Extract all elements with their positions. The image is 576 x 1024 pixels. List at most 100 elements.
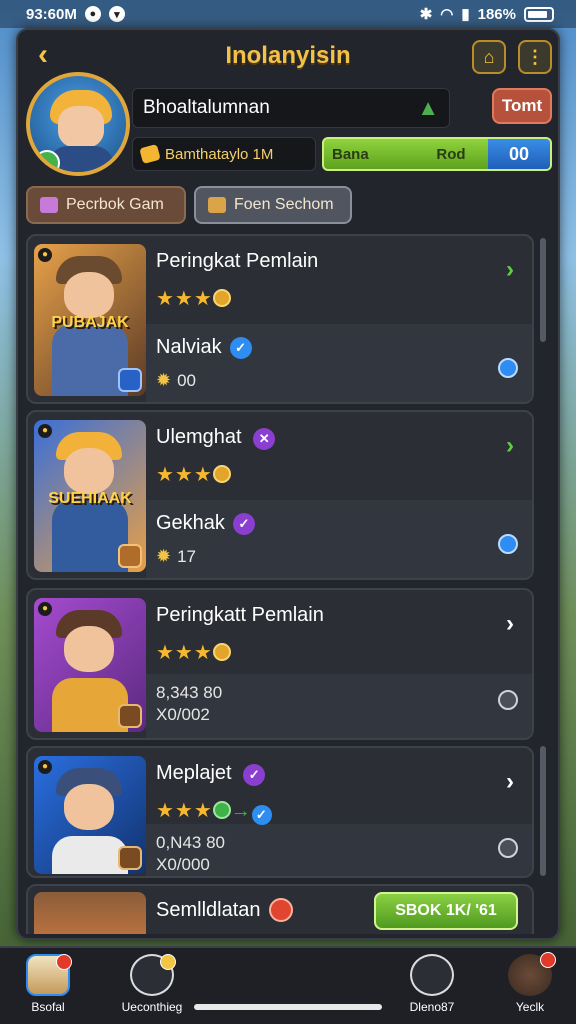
game-thumbnail: PUBAJAK ● <box>34 244 146 396</box>
info-icon[interactable] <box>498 358 518 378</box>
chevron-right-icon[interactable]: › <box>506 256 514 284</box>
card-count: ✹ 17 <box>156 546 196 567</box>
gear-icon: ✹ <box>156 370 172 390</box>
hand-icon <box>508 952 556 996</box>
game-list: PUBAJAK ● Peringkat Pemlain ★★★ Nalviak … <box>26 234 538 934</box>
badge-icon <box>118 368 142 392</box>
star-rating: ★★★ <box>156 286 231 311</box>
nav-item-second[interactable]: Ueconthieg <box>112 954 192 1020</box>
nav-item-fourth[interactable]: Yeclk <box>490 952 570 1020</box>
top-action-button[interactable]: Tomt <box>492 88 552 124</box>
tab-first[interactable]: Pecrbok Gam <box>26 186 186 224</box>
claim-button[interactable]: SBOK 1K/ '61 <box>374 892 518 930</box>
battery-level: 186% <box>477 5 516 23</box>
card-title: Meplajet ✓ <box>156 762 266 786</box>
bottom-nav: Bsofal Ueconthieg Dleno87 Yeclk <box>0 946 576 1024</box>
card-sub: Nalviak ✓ <box>156 336 252 359</box>
notification-icon: ● <box>84 6 101 22</box>
card-sub-label: Nalviak <box>156 336 222 358</box>
medal-icon <box>212 801 231 819</box>
list-item[interactable]: ● Meplajet ✓ ★★★ → ✓ 0,N43 80 X0/000 › <box>26 746 534 878</box>
medal-icon <box>212 643 231 661</box>
list-item[interactable]: SUEHIAAK ● Ulemghat ✕ ★★★ Gekhak ✓ ✹ 17 … <box>26 410 534 580</box>
app-icon: ▾ <box>108 6 125 22</box>
list-item[interactable]: PUBAJAK ● Peringkat Pemlain ★★★ Nalviak … <box>26 234 534 404</box>
thumbnail-text: SUEHIAAK <box>48 490 132 507</box>
gear-icon: ✹ <box>156 546 172 566</box>
avatar[interactable] <box>26 72 130 176</box>
card-sub: Gekhak ✓ <box>156 512 255 535</box>
card-count: ✹ 00 <box>156 370 196 391</box>
card-count-value: 00 <box>177 370 197 390</box>
info-icon[interactable] <box>498 534 518 554</box>
chest-icon <box>208 197 226 213</box>
star-rating: ★★★ <box>156 640 231 665</box>
status-bar: 93:60M ● ▾ ✱ ◠ ▮ 186% <box>0 0 576 28</box>
alert-icon <box>268 898 293 922</box>
coins-box: Bamthataylo 1M <box>132 137 316 171</box>
card-stat-1: 8,343 80 <box>156 683 223 702</box>
medal-icon <box>212 289 231 307</box>
gift-icon <box>40 197 58 213</box>
tab-second[interactable]: Foen Sechom <box>194 186 352 224</box>
nav-item-third[interactable]: Dleno87 <box>392 954 472 1020</box>
card-stat-1: 0,N43 80 <box>156 833 225 852</box>
refresh-icon[interactable] <box>498 690 518 710</box>
level-badge-icon <box>34 150 60 172</box>
wifi-icon: ◠ <box>440 6 454 23</box>
nav-label: Ueconthieg <box>121 1000 183 1014</box>
medal-icon <box>212 465 231 483</box>
list-item[interactable]: ● Peringkatt Pemlain ★★★ 8,343 80 X0/002… <box>26 588 534 740</box>
chevron-right-icon[interactable]: › <box>506 432 514 460</box>
game-thumbnail: SUEHIAAK ● <box>34 420 146 572</box>
player-name: Bhoaltalumnan <box>143 97 270 118</box>
bluetooth-icon: ✱ <box>419 6 433 23</box>
card-title: Peringkatt Pemlain <box>156 604 324 626</box>
signal-icon: ▮ <box>461 6 470 23</box>
resource-mid: Rod <box>436 145 466 163</box>
card-sub-label: Gekhak <box>156 512 225 534</box>
verified-icon: ✓ <box>243 764 266 786</box>
star-rating: ★★★ → ✓ <box>156 798 272 825</box>
player-name-field[interactable]: Bhoaltalumnan ▲ <box>132 88 450 128</box>
resource-left: Bana <box>332 145 369 163</box>
nav-item-social[interactable]: Bsofal <box>8 954 88 1020</box>
tab-second-label: Foen Sechom <box>234 196 334 213</box>
coin-icon <box>139 143 161 165</box>
more-vertical-icon[interactable]: ⋮ <box>518 40 552 74</box>
game-thumbnail: ● <box>34 598 146 732</box>
card-title: Ulemghat ✕ <box>156 426 276 450</box>
thumbnail-text: PUBAJAK <box>51 314 129 331</box>
box-icon <box>26 954 72 996</box>
star-rating: ★★★ <box>156 462 231 487</box>
game-thumbnail: ● <box>34 756 146 874</box>
card-stat-2: X0/000 <box>156 855 210 874</box>
battery-icon <box>524 6 554 22</box>
scrollbar[interactable] <box>540 238 546 342</box>
card-title: Peringkat Pemlain <box>156 250 319 272</box>
verified-icon: ✓ <box>232 512 255 535</box>
card-title-text: Meplajet <box>156 762 232 784</box>
refresh-icon[interactable] <box>498 838 518 858</box>
resource-bar[interactable]: Bana Rod 00 <box>322 137 552 171</box>
home-indicator[interactable] <box>194 1004 382 1010</box>
nav-label: Bsofal <box>31 1000 65 1014</box>
badge-icon <box>118 846 142 870</box>
list-item[interactable]: Semlldlatan SBOK 1K/ '61 <box>26 884 534 934</box>
chevron-right-icon[interactable]: › <box>506 610 514 638</box>
scrollbar[interactable] <box>540 746 546 876</box>
shop-icon <box>130 954 176 996</box>
card-title: Semlldlatan <box>156 898 293 922</box>
card-stats: 0,N43 80 X0/000 <box>156 832 225 876</box>
verified-icon: ✓ <box>251 805 272 825</box>
card-stat-2: X0/002 <box>156 705 210 724</box>
chevron-right-icon[interactable]: › <box>506 768 514 796</box>
badge-icon <box>118 704 142 728</box>
close-badge-icon: ✕ <box>253 428 276 450</box>
tab-first-label: Pecrbok Gam <box>66 196 164 213</box>
resource-right: 00 <box>488 139 550 169</box>
status-time: 93:60M <box>26 5 77 23</box>
card-title-text: Semlldlatan <box>156 898 261 921</box>
top-bar: ‹ Inolanyisin ⌂ ⋮ <box>18 30 558 82</box>
home-icon[interactable]: ⌂ <box>472 40 506 74</box>
